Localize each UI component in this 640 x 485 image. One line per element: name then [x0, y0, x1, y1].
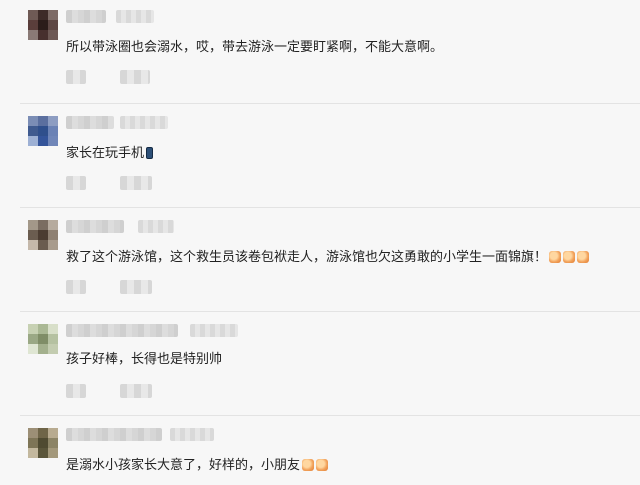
comment-meta: [116, 10, 154, 23]
comment-item: 孩子好棒，长得也是特别帅: [0, 312, 640, 416]
comment-meta: [138, 220, 174, 233]
thumbs-up-icon: [577, 251, 590, 263]
comment-item: 家长在玩手机: [0, 104, 640, 208]
comment-text: 救了这个游泳馆，这个救生员该卷包袱走人，游泳馆也欠这勇敢的小学生一面锦旗！: [66, 250, 590, 266]
thumbs-up-icon: [302, 459, 315, 471]
avatar[interactable]: [28, 324, 58, 354]
avatar[interactable]: [28, 116, 58, 146]
reply-button[interactable]: [120, 384, 152, 398]
comment-item: 所以带泳圈也会溺水，哎，带去游泳一定要盯紧啊，不能大意啊。: [0, 0, 640, 104]
like-button[interactable]: [66, 280, 86, 294]
avatar[interactable]: [28, 10, 58, 40]
reply-button[interactable]: [120, 280, 152, 294]
thumbs-up-icon: [563, 251, 576, 263]
like-button[interactable]: [66, 70, 86, 84]
thumbs-up-icon: [549, 251, 562, 263]
avatar[interactable]: [28, 220, 58, 250]
reply-button[interactable]: [120, 176, 152, 190]
avatar[interactable]: [28, 428, 58, 458]
comment-item: 是溺水小孩家长大意了，好样的，小朋友: [0, 416, 640, 485]
username[interactable]: [66, 116, 114, 129]
thumbs-up-icon: [316, 459, 329, 471]
comment-text: 是溺水小孩家长大意了，好样的，小朋友: [66, 458, 329, 474]
username[interactable]: [66, 428, 162, 441]
comment-meta: [170, 428, 214, 441]
comment-meta: [120, 116, 168, 129]
comment-text: 所以带泳圈也会溺水，哎，带去游泳一定要盯紧啊，不能大意啊。: [66, 40, 444, 55]
comment-text: 家长在玩手机: [66, 146, 154, 162]
comment-item: 救了这个游泳馆，这个救生员该卷包袱走人，游泳馆也欠这勇敢的小学生一面锦旗！: [0, 208, 640, 312]
like-button[interactable]: [66, 384, 86, 398]
username[interactable]: [66, 220, 124, 233]
like-button[interactable]: [66, 176, 86, 190]
reply-button[interactable]: [120, 70, 150, 84]
username[interactable]: [66, 10, 106, 23]
comment-text: 孩子好棒，长得也是特别帅: [66, 352, 223, 367]
comment-meta: [190, 324, 238, 337]
username[interactable]: [66, 324, 178, 337]
phone-icon: [146, 147, 154, 159]
